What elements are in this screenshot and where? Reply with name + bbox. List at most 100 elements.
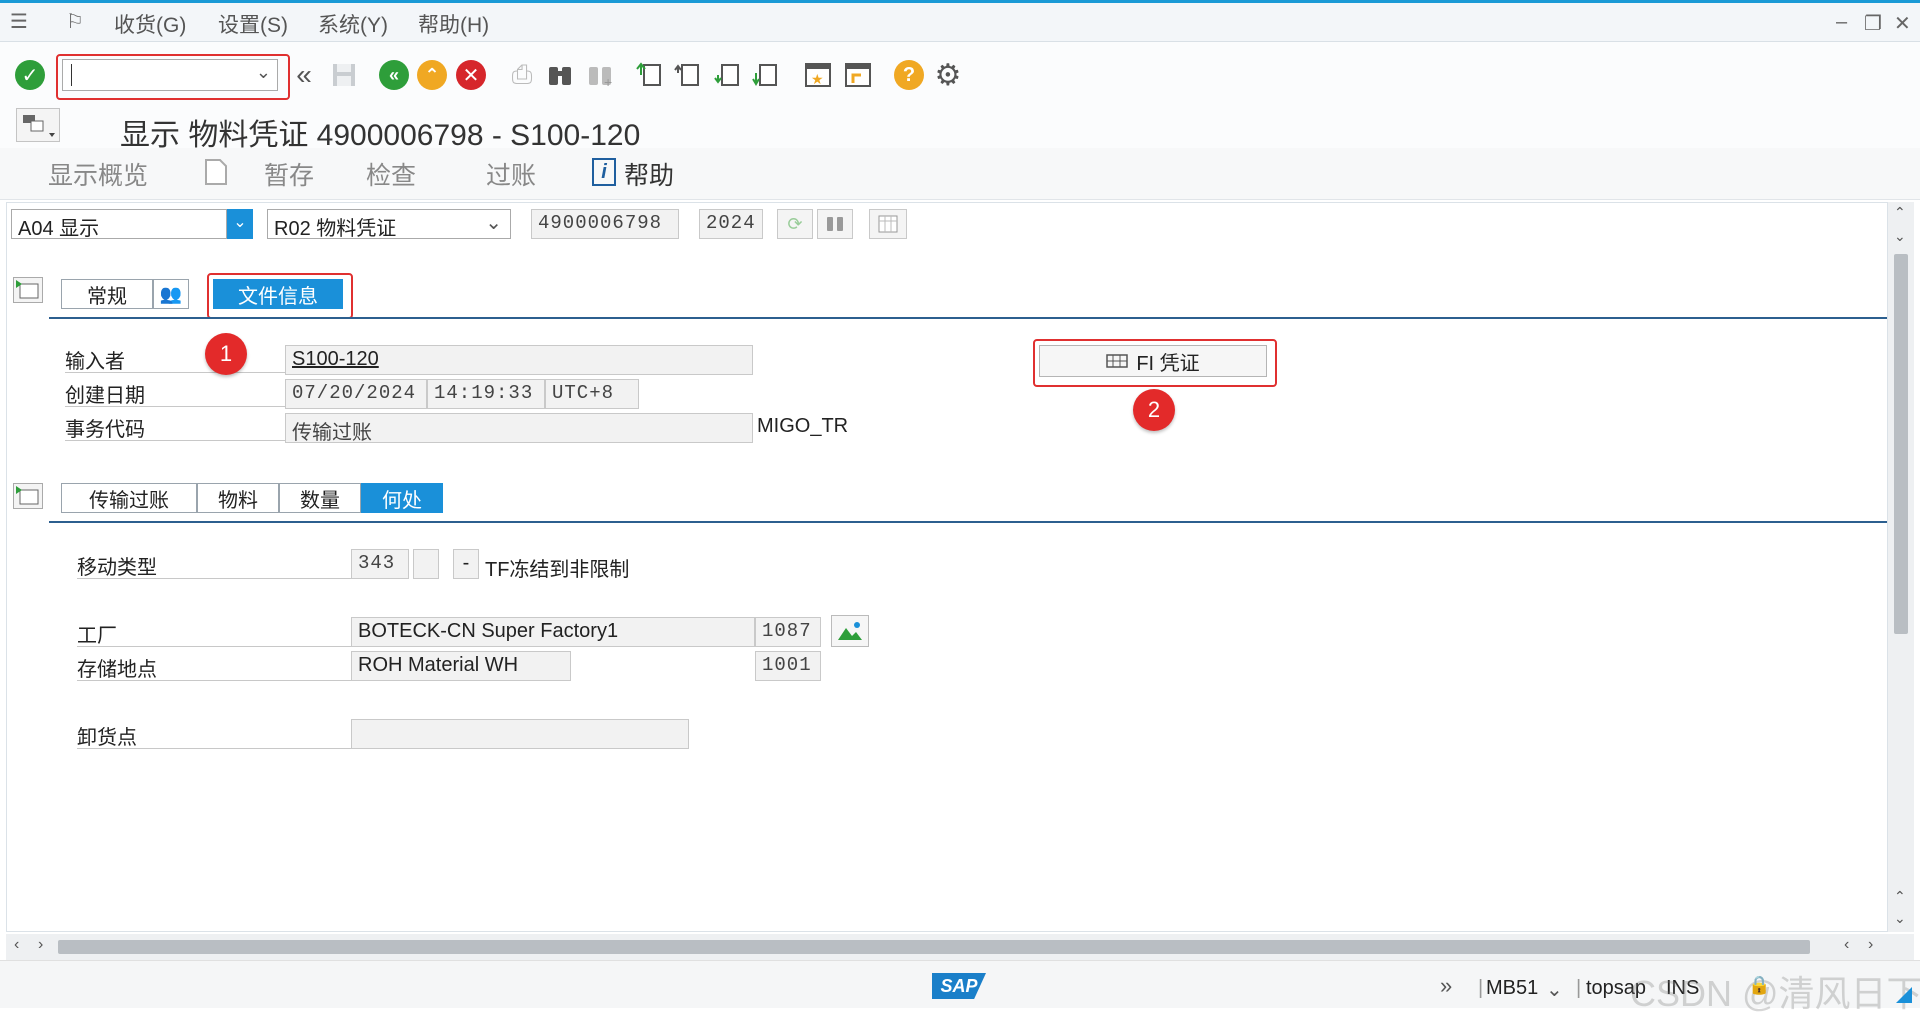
- annotation-marker-2: 2: [1133, 389, 1175, 431]
- info-icon: i: [592, 158, 616, 186]
- movement-type-field[interactable]: 343: [351, 549, 409, 579]
- post-button[interactable]: 过账: [486, 156, 536, 192]
- menu-bar: ☰ ⚐ 收货(G) 设置(S) 系统(Y) 帮助(H) ‒ ❐ ✕: [0, 0, 1920, 42]
- plant-name-value: BOTECK-CN Super Factory1: [358, 620, 619, 642]
- status-separator: |: [1478, 977, 1484, 999]
- navigation-menu-icon[interactable]: [16, 108, 60, 142]
- svg-text:+: +: [604, 74, 612, 89]
- menu-goods-receipt[interactable]: 收货(G): [114, 9, 186, 39]
- document-icon[interactable]: [204, 158, 228, 193]
- scroll-down-icon[interactable]: ⌄: [1894, 228, 1906, 245]
- tab-material[interactable]: 物料: [197, 483, 279, 513]
- vertical-scroll-thumb[interactable]: [1894, 254, 1908, 634]
- fi-document-button[interactable]: FI 凭证: [1039, 345, 1267, 377]
- horizontal-scroll-thumb[interactable]: [58, 940, 1810, 954]
- transaction-code-value: MIGO_TR: [757, 415, 849, 437]
- created-date-field[interactable]: 07/20/2024: [285, 379, 427, 409]
- transaction-desc-field[interactable]: 传输过账: [285, 413, 753, 443]
- binoculars-icon[interactable]: [817, 209, 853, 239]
- document-number-field[interactable]: 4900006798: [531, 209, 679, 239]
- exit-icon[interactable]: ⌃: [416, 59, 448, 91]
- reference-select[interactable]: R02 物料凭证 ⌄: [267, 209, 511, 239]
- help-icon[interactable]: ?: [893, 59, 925, 91]
- previous-page-icon[interactable]: [672, 59, 704, 91]
- scroll-left-icon[interactable]: ‹: [1844, 936, 1849, 954]
- tab-quantity[interactable]: 数量: [279, 483, 361, 513]
- created-time-field[interactable]: 14:19:33: [427, 379, 545, 409]
- gear-icon[interactable]: ⚙: [932, 59, 964, 92]
- scroll-right-icon[interactable]: ›: [38, 936, 43, 954]
- horizontal-scrollbar[interactable]: ‹ › ‹ ›: [6, 934, 1914, 960]
- collapse-item-icon[interactable]: [13, 483, 43, 509]
- tab-document-info[interactable]: 文件信息: [213, 279, 343, 309]
- storage-location-name-field[interactable]: ROH Material WH: [351, 651, 571, 681]
- close-window-icon[interactable]: ✕: [1894, 11, 1911, 36]
- hold-button[interactable]: 暂存: [264, 156, 314, 192]
- transaction-desc-value: 传输过账: [292, 422, 372, 443]
- storage-location-name-value: ROH Material WH: [358, 654, 519, 676]
- menu-help[interactable]: 帮助(H): [418, 9, 489, 39]
- plant-code-field[interactable]: 1087: [755, 617, 821, 647]
- tab-partners[interactable]: 👥: [153, 279, 189, 309]
- check-button[interactable]: 检查: [366, 156, 416, 192]
- movement-type-value: 343: [358, 552, 396, 574]
- create-session-icon[interactable]: ★: [802, 59, 834, 91]
- vertical-scrollbar[interactable]: ⌃ ⌄ ⌃ ⌄: [1888, 202, 1914, 932]
- entered-by-field[interactable]: S100-120: [285, 345, 753, 375]
- find-next-icon[interactable]: +: [584, 59, 616, 91]
- minimize-icon[interactable]: ‒: [1836, 11, 1847, 34]
- chevron-down-icon[interactable]: ⌄: [256, 62, 271, 83]
- scroll-up-icon[interactable]: ⌃: [1894, 888, 1906, 905]
- year-field[interactable]: 2024: [699, 209, 763, 239]
- tab-transfer-posting[interactable]: 传输过账: [61, 483, 197, 513]
- back-icon[interactable]: «: [378, 59, 410, 91]
- action-select[interactable]: A04 显示: [11, 209, 227, 239]
- scroll-right-icon[interactable]: ›: [1868, 936, 1873, 954]
- menu-system[interactable]: 系统(Y): [318, 9, 388, 39]
- movement-type-label: 移动类型: [77, 551, 357, 579]
- movement-indicator-field[interactable]: [413, 549, 439, 579]
- plant-details-icon[interactable]: [831, 615, 869, 647]
- created-date-label: 创建日期: [65, 379, 285, 407]
- unloading-point-field[interactable]: [351, 719, 689, 749]
- menu-settings[interactable]: 设置(S): [218, 9, 288, 39]
- double-chevron-right-icon[interactable]: »: [1440, 973, 1452, 999]
- status-transaction-code: MB51: [1486, 977, 1539, 999]
- main-content: A04 显示 ⌄ R02 物料凭证 ⌄ 4900006798 2024 ⟳ 常规…: [6, 202, 1888, 932]
- last-page-icon[interactable]: [750, 59, 782, 91]
- collapse-header-icon[interactable]: [13, 277, 43, 303]
- scroll-left-icon[interactable]: ‹: [14, 936, 19, 954]
- calendar-icon[interactable]: [869, 209, 907, 239]
- tab-where[interactable]: 何处: [361, 483, 443, 513]
- save-icon[interactable]: [328, 59, 360, 91]
- first-page-icon[interactable]: [634, 59, 666, 91]
- tab-general[interactable]: 常规: [61, 279, 153, 309]
- scroll-up-icon[interactable]: ⌃: [1894, 204, 1906, 221]
- double-chevron-left-icon[interactable]: «: [288, 59, 320, 91]
- movement-sign-field[interactable]: -: [453, 549, 479, 579]
- menu-icon[interactable]: ☰: [10, 9, 28, 34]
- display-overview-button[interactable]: 显示概览: [48, 156, 148, 192]
- enter-icon[interactable]: ✓: [14, 59, 46, 91]
- next-page-icon[interactable]: [712, 59, 744, 91]
- application-toolbar: 显示概览 暂存 检查 过账 i 帮助: [0, 148, 1920, 200]
- execute-icon[interactable]: ⟳: [777, 209, 813, 239]
- print-icon[interactable]: ⎙: [506, 59, 538, 91]
- help-button[interactable]: 帮助: [624, 156, 674, 192]
- system-toolbar: ✓ ⌄ « « ⌃ ✕ ⎙ + ★ ? ⚙: [0, 42, 1920, 108]
- chevron-down-icon[interactable]: ⌄: [227, 209, 253, 239]
- pin-icon[interactable]: ⚐: [66, 9, 84, 34]
- find-icon[interactable]: [544, 59, 576, 91]
- cancel-icon[interactable]: ✕: [455, 59, 487, 91]
- text-cursor: [71, 64, 72, 86]
- shortcut-icon[interactable]: [842, 59, 874, 91]
- scroll-down-icon[interactable]: ⌄: [1894, 910, 1906, 927]
- storage-location-code-field[interactable]: 1001: [755, 651, 821, 681]
- chevron-down-icon[interactable]: ⌄: [1546, 977, 1563, 1002]
- plant-name-field[interactable]: BOTECK-CN Super Factory1: [351, 617, 755, 647]
- command-field[interactable]: ⌄: [62, 59, 278, 91]
- timezone-field[interactable]: UTC+8: [545, 379, 639, 409]
- title-bar: 显示 物料凭证 4900006798 - S100-120: [0, 108, 1920, 152]
- resize-handle[interactable]: [1896, 987, 1912, 1003]
- restore-icon[interactable]: ❐: [1864, 11, 1882, 36]
